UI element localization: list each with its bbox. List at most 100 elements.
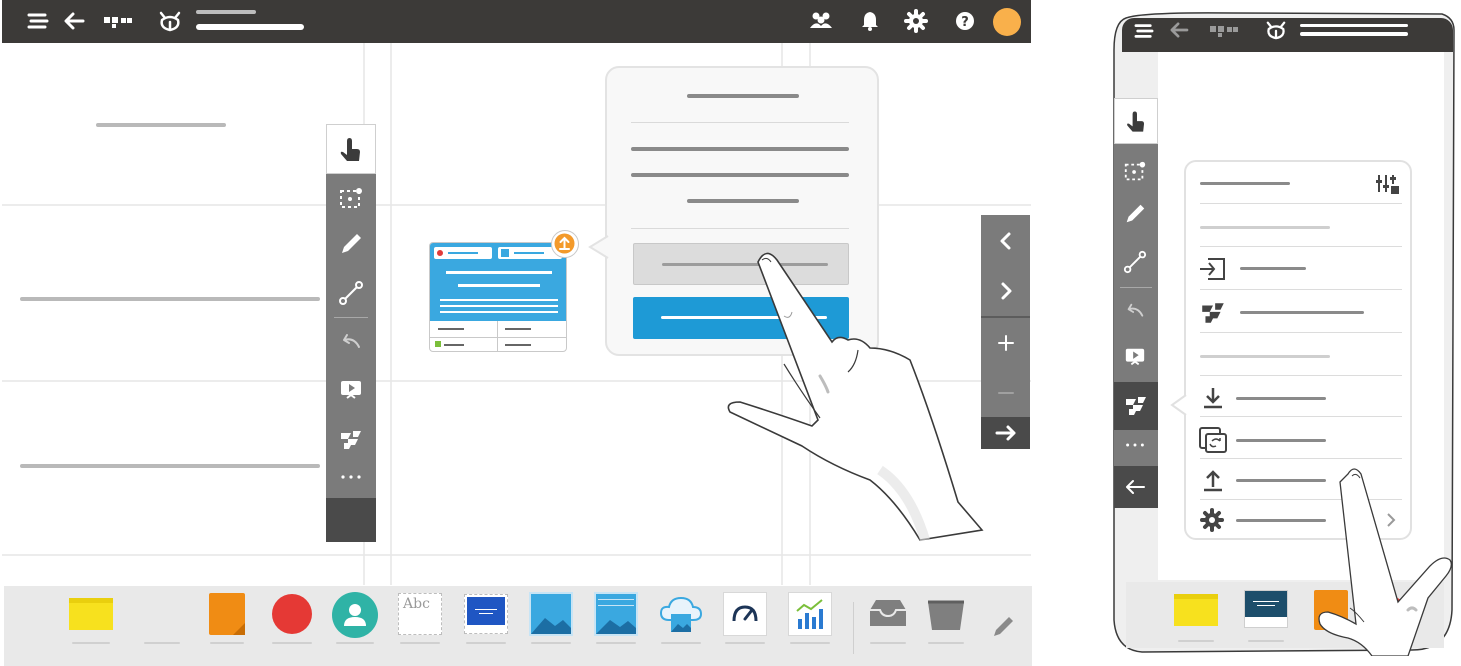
- popup-divider: [631, 228, 849, 229]
- menu-item-apps[interactable]: [1198, 294, 1402, 332]
- chart-item[interactable]: [788, 592, 832, 636]
- gear-icon[interactable]: [904, 9, 928, 33]
- tool-apps-active[interactable]: [1114, 382, 1158, 430]
- dock-label: [72, 642, 110, 644]
- card-body-line: [440, 299, 558, 301]
- upload-badge[interactable]: [551, 230, 579, 258]
- canvas-text-line: [96, 123, 226, 127]
- blue-card-item[interactable]: [1244, 590, 1288, 628]
- grid-dots-icon[interactable]: [104, 15, 132, 29]
- inbox-item[interactable]: [866, 596, 910, 636]
- tool-hand-pointer[interactable]: [1114, 98, 1158, 144]
- menu-section-line: [1200, 355, 1330, 358]
- download-icon: [1204, 388, 1222, 409]
- menu-item-import[interactable]: [1198, 250, 1402, 288]
- select-area-icon[interactable]: [338, 186, 364, 212]
- dock-label: [1248, 640, 1284, 642]
- undo-icon[interactable]: [1123, 301, 1147, 323]
- card-body-line: [440, 305, 558, 307]
- pen-icon[interactable]: [1123, 202, 1147, 226]
- menu-divider: [1200, 246, 1402, 247]
- copy-icon: [1199, 427, 1227, 453]
- sticky-note-yellow[interactable]: [69, 598, 113, 630]
- back-arrow-icon[interactable]: [63, 12, 85, 30]
- back-arrow-icon: [1126, 480, 1145, 494]
- dock-label: [661, 642, 701, 644]
- card-widget[interactable]: [429, 242, 567, 352]
- tool-divider: [1120, 287, 1152, 288]
- wolf-logo-icon: [1264, 20, 1288, 40]
- dock-label: [596, 642, 636, 644]
- avatar[interactable]: [993, 8, 1021, 36]
- dock-label: [928, 642, 964, 644]
- desktop-screen: ? Abc: [0, 0, 1033, 666]
- dock-label: [210, 642, 244, 644]
- dock-label: [790, 642, 830, 644]
- menu-icon[interactable]: [27, 11, 49, 31]
- more-dots-icon[interactable]: [338, 472, 364, 482]
- menu-pointer: [1170, 394, 1187, 416]
- popup-title-line: [687, 94, 799, 98]
- card-tag-red: [434, 247, 492, 259]
- menu-icon[interactable]: [1134, 22, 1154, 40]
- popup-divider: [631, 122, 849, 123]
- card-title-line: [458, 284, 540, 287]
- tablet-device: [1112, 10, 1457, 656]
- tool-hand-pointer[interactable]: [326, 124, 376, 174]
- gauge-item[interactable]: [723, 592, 767, 636]
- board-subtitle-placeholder: [196, 24, 304, 30]
- board-title-placeholder: [1300, 24, 1408, 27]
- canvas-text-line: [20, 297, 320, 301]
- popup-body-line: [631, 173, 849, 177]
- blank-item[interactable]: [140, 600, 184, 632]
- pen-item[interactable]: [990, 614, 1016, 640]
- text-abc-item[interactable]: Abc: [398, 593, 442, 635]
- dock-label: [400, 642, 440, 644]
- menu-divider: [1200, 332, 1402, 333]
- tool-bottom-block: [326, 498, 376, 542]
- hand-pointer-icon: [340, 138, 360, 161]
- dock-label: [531, 642, 571, 644]
- avatar-item[interactable]: [332, 592, 378, 638]
- sticky-note-yellow[interactable]: [1174, 594, 1218, 626]
- menu-section-line: [1200, 226, 1330, 229]
- svg-text:?: ?: [961, 15, 969, 30]
- sticky-note-orange[interactable]: [209, 593, 245, 635]
- popup-body-line: [687, 199, 799, 203]
- cloud-image-item[interactable]: [657, 590, 705, 638]
- dock-label: [725, 642, 765, 644]
- pen-icon[interactable]: [338, 231, 364, 257]
- gallery-item[interactable]: [594, 592, 638, 636]
- settings-sliders-icon[interactable]: [1374, 172, 1400, 196]
- card-title-line: [446, 271, 552, 274]
- tool-divider: [334, 317, 368, 318]
- menu-item-download[interactable]: [1198, 380, 1402, 418]
- gauge-icon: [732, 605, 758, 622]
- grid-dots-icon[interactable]: [1210, 24, 1238, 38]
- trash-item[interactable]: [924, 596, 968, 636]
- bar-chart-icon: [796, 599, 823, 629]
- bell-icon[interactable]: [860, 10, 880, 32]
- blue-card-item[interactable]: [464, 594, 508, 634]
- connector-icon[interactable]: [1123, 250, 1147, 274]
- red-circle[interactable]: [272, 594, 312, 634]
- tool-back-block[interactable]: [1114, 466, 1158, 508]
- select-area-icon[interactable]: [1123, 160, 1147, 184]
- menu-divider: [1200, 203, 1402, 204]
- dock-label: [870, 642, 906, 644]
- people-icon[interactable]: [808, 10, 834, 32]
- back-arrow-icon[interactable]: [1169, 22, 1189, 38]
- undo-icon[interactable]: [338, 331, 364, 355]
- help-icon[interactable]: ?: [955, 11, 975, 31]
- menu-item-copy[interactable]: [1198, 422, 1402, 460]
- present-icon[interactable]: [1123, 346, 1147, 368]
- connector-icon[interactable]: [338, 280, 364, 306]
- popup-pointer: [588, 235, 609, 259]
- image-item[interactable]: [529, 592, 573, 636]
- hand-illustration: [1318, 468, 1452, 656]
- hand-pointer-icon: [1127, 111, 1145, 132]
- apps-icon[interactable]: [338, 427, 364, 453]
- more-dots-icon[interactable]: [1123, 440, 1147, 450]
- menu-divider: [1200, 289, 1402, 290]
- present-icon[interactable]: [338, 378, 364, 402]
